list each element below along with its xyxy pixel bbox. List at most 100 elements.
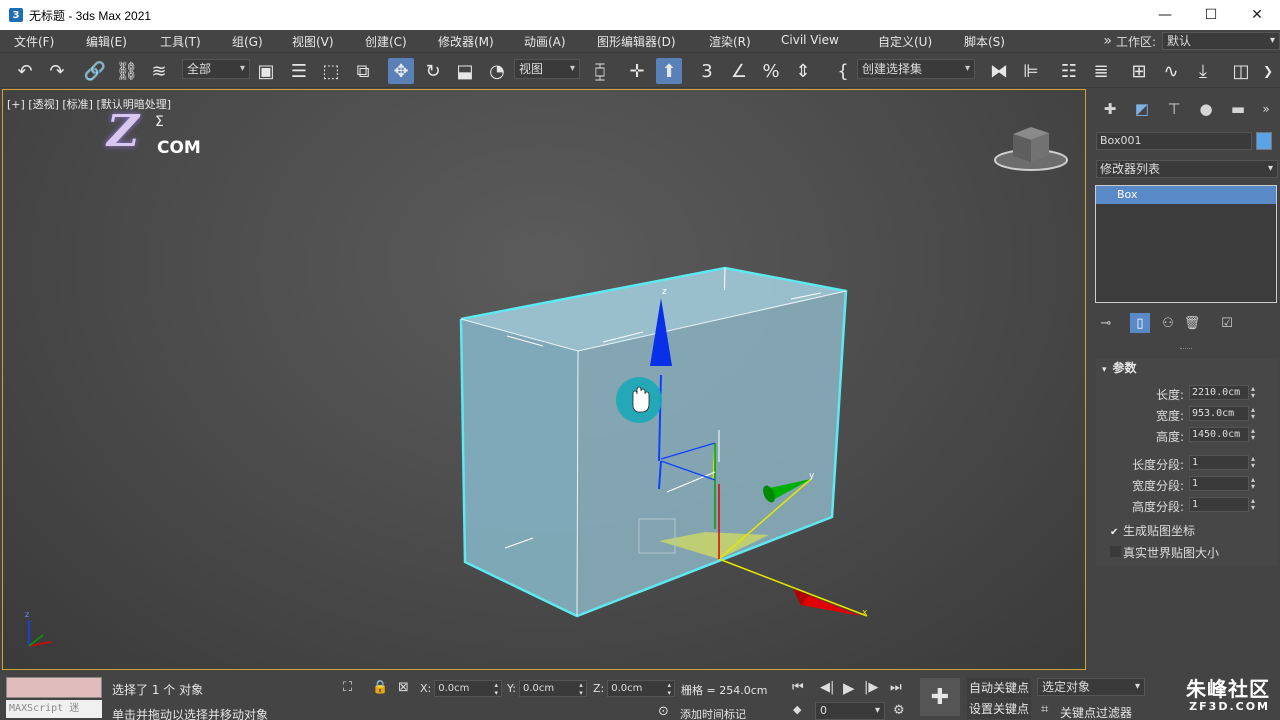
stack-item-box[interactable]: Box [1096, 186, 1276, 204]
percent-snap-icon[interactable]: % [758, 58, 784, 84]
close-button[interactable]: ✕ [1234, 0, 1280, 30]
height-spinner-icon[interactable]: ▴ ▾ [1251, 427, 1255, 442]
redo-icon[interactable]: ↷ [44, 58, 70, 84]
menu-edit[interactable]: 编辑(E) [86, 33, 127, 50]
modify-tab-icon[interactable]: ◩ [1128, 96, 1156, 122]
maxscript-mini-listener[interactable]: MAXScript 迷 [6, 700, 102, 718]
schematic-view-icon[interactable]: ⤓ [1190, 58, 1216, 84]
width-segs-input[interactable]: 1 [1189, 476, 1249, 491]
motion-tab-icon[interactable]: ● [1192, 96, 1220, 122]
toolbar-overflow-icon[interactable]: ❯ [1258, 58, 1278, 84]
length-spinner-icon[interactable]: ▴ ▾ [1251, 385, 1255, 400]
pin-stack-icon[interactable]: ⊸ [1096, 313, 1116, 333]
menu-animation[interactable]: 动画(A) [524, 33, 566, 50]
make-unique-icon[interactable]: ⚇ [1158, 313, 1178, 333]
previous-frame-icon[interactable]: ◀| [820, 680, 834, 695]
box001-object[interactable] [459, 266, 848, 618]
width-input[interactable]: 953.0cm [1189, 406, 1249, 421]
gen-mapping-coords-checkbox[interactable]: ✔ 生成贴图坐标 [1110, 522, 1195, 539]
panel-overflow-icon[interactable]: » [1256, 96, 1276, 122]
parameters-rollout-header[interactable]: ▾ 参数 [1096, 359, 1278, 377]
set-key-icon[interactable]: ✚ [920, 678, 960, 716]
absolute-mode-icon[interactable]: ⊠ [398, 680, 409, 695]
height-input[interactable]: 1450.0cm [1189, 427, 1249, 442]
select-and-move-icon[interactable]: ✥ [388, 58, 414, 84]
modifier-list-dropdown[interactable]: 修改器列表 [1096, 160, 1278, 178]
curve-editor-icon[interactable]: ∿ [1158, 58, 1184, 84]
material-editor-icon[interactable]: ◫ [1228, 58, 1254, 84]
layer-explorer-icon[interactable]: ≣ [1088, 58, 1114, 84]
remove-modifier-icon[interactable]: 🗑 [1182, 313, 1202, 333]
isolate-selection-icon[interactable]: ⛶ [343, 680, 352, 695]
x-input[interactable]: 0.0cm [434, 680, 503, 697]
create-tab-icon[interactable]: ✚ [1096, 96, 1124, 122]
current-frame-field[interactable]: 0 [815, 702, 885, 720]
length-segs-spinner-icon[interactable]: ▴ ▾ [1251, 455, 1255, 470]
menu-rendering[interactable]: 渲染(R) [709, 33, 751, 50]
maximize-button[interactable]: ☐ [1188, 0, 1234, 30]
time-config-icon[interactable]: ⚙ [893, 703, 905, 718]
maxscript-listener-swatch[interactable] [6, 677, 102, 698]
spinner-snap-icon[interactable]: ⇕ [790, 58, 816, 84]
menu-civil-view[interactable]: Civil View [781, 33, 839, 47]
add-time-tag[interactable]: 添加时间标记 [680, 706, 746, 720]
workspace-dropdown[interactable]: 默认 [1162, 32, 1280, 50]
real-world-map-size-checkbox[interactable]: 真实世界贴图大小 [1110, 544, 1219, 561]
z-input[interactable]: 0.0cm [607, 680, 676, 697]
key-mode-icon[interactable]: ◆ [793, 703, 801, 716]
height-segs-input[interactable]: 1 [1189, 497, 1249, 512]
selected-object-dropdown[interactable]: 选定对象 [1037, 678, 1145, 696]
viewcube[interactable] [994, 127, 1068, 171]
select-by-name-icon[interactable]: ☰ [286, 58, 312, 84]
mirror-icon[interactable]: ⧓ [986, 58, 1012, 84]
show-end-result-icon[interactable]: ▯ [1130, 313, 1150, 333]
menu-overflow-icon[interactable]: » [1103, 33, 1112, 49]
rectangular-selection-icon[interactable]: ⬚ [318, 58, 344, 84]
bind-spacewarp-icon[interactable]: ≋ [146, 58, 172, 84]
menu-customize[interactable]: 自定义(U) [878, 33, 932, 50]
keyboard-shortcut-override-icon[interactable]: ⬆ [656, 58, 682, 84]
select-and-place-icon[interactable]: ◔ [484, 58, 510, 84]
panel-divider[interactable] [1180, 348, 1192, 350]
menu-scripting[interactable]: 脚本(S) [964, 33, 1005, 50]
length-segs-input[interactable]: 1 [1189, 455, 1249, 470]
select-manipulate-icon[interactable]: ✛ [624, 58, 650, 84]
select-object-icon[interactable]: ▣ [253, 58, 279, 84]
angle-snap-icon[interactable]: ∠ [726, 58, 752, 84]
time-tag-icon[interactable]: ⊙ [658, 704, 669, 719]
unlink-icon[interactable]: ⛓ [114, 58, 140, 84]
key-filters-button[interactable]: 关键点过滤器 [1060, 704, 1132, 720]
display-tab-icon[interactable]: ▬ [1224, 96, 1252, 122]
auto-key-button[interactable]: 自动关键点 [967, 678, 1032, 698]
go-to-end-icon[interactable]: ⏭ [890, 680, 902, 695]
y-input[interactable]: 0.0cm [518, 680, 587, 697]
width-segs-spinner-icon[interactable]: ▴ ▾ [1251, 476, 1255, 491]
menu-tools[interactable]: 工具(T) [160, 33, 201, 50]
selection-filter-dropdown[interactable]: 全部 [182, 59, 250, 79]
snaps-toggle-icon[interactable]: 3 [694, 58, 720, 84]
next-frame-icon[interactable]: |▶ [864, 680, 878, 695]
menu-file[interactable]: 文件(F) [14, 33, 54, 50]
menu-modifiers[interactable]: 修改器(M) [438, 33, 494, 50]
edit-named-selection-icon[interactable]: { [830, 58, 856, 84]
window-crossing-icon[interactable]: ⧉ [350, 58, 376, 84]
hierarchy-tab-icon[interactable]: ⊤ [1160, 96, 1188, 122]
go-to-start-icon[interactable]: ⏮ [792, 680, 804, 695]
scene-explorer-icon[interactable]: ☷ [1056, 58, 1082, 84]
selection-lock-icon[interactable]: 🔒 [372, 680, 388, 695]
configure-modifier-sets-icon[interactable]: ☑ [1217, 313, 1237, 333]
perspective-viewport[interactable]: [+] [透视] [标准] [默认明暗处理] Z Σ COM z y x z [2, 89, 1086, 670]
width-spinner-icon[interactable]: ▴ ▾ [1251, 406, 1255, 421]
select-and-scale-icon[interactable]: ⬓ [452, 58, 478, 84]
object-color-swatch[interactable] [1256, 132, 1272, 150]
reference-coordinate-dropdown[interactable]: 视图 [514, 59, 580, 79]
menu-create[interactable]: 创建(C) [365, 33, 407, 50]
select-and-rotate-icon[interactable]: ↻ [420, 58, 446, 84]
menu-view[interactable]: 视图(V) [292, 33, 334, 50]
align-icon[interactable]: ⊫ [1018, 58, 1044, 84]
undo-icon[interactable]: ↶ [12, 58, 38, 84]
minimize-button[interactable]: — [1142, 0, 1188, 30]
toggle-ribbon-icon[interactable]: ⊞ [1126, 58, 1152, 84]
named-selection-dropdown[interactable]: 创建选择集 [857, 59, 975, 79]
height-segs-spinner-icon[interactable]: ▴ ▾ [1251, 497, 1255, 512]
